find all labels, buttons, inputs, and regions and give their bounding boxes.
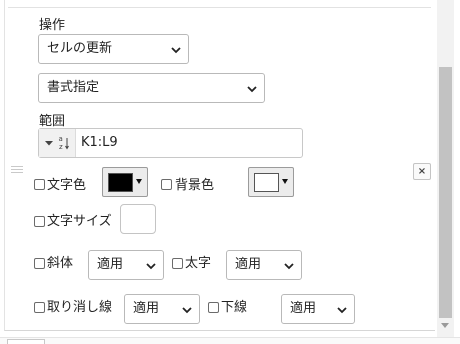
font-size-input[interactable] bbox=[120, 204, 156, 234]
strikethrough-select[interactable]: 適用 bbox=[124, 294, 200, 324]
bg-color-swatch bbox=[254, 173, 279, 192]
chevron-down-icon bbox=[182, 307, 192, 314]
bold-label: 太字 bbox=[185, 256, 212, 271]
chevron-down-icon bbox=[337, 307, 347, 314]
range-label: 範囲 bbox=[39, 114, 66, 129]
italic-select[interactable]: 適用 bbox=[88, 250, 164, 280]
caret-down-icon bbox=[136, 179, 142, 184]
bg-color-picker[interactable] bbox=[248, 167, 294, 197]
remove-button[interactable]: × bbox=[413, 163, 431, 180]
bg-color-checkbox[interactable] bbox=[161, 179, 172, 190]
scrollbar-thumb[interactable] bbox=[439, 67, 452, 318]
underline-checkbox[interactable] bbox=[208, 302, 219, 313]
font-size-checkbox[interactable] bbox=[34, 216, 45, 227]
drag-handle-icon[interactable] bbox=[11, 166, 23, 175]
vertical-scrollbar[interactable] bbox=[437, 0, 454, 337]
italic-label: 斜体 bbox=[47, 256, 74, 271]
a-z-sort-icon: a z bbox=[45, 135, 69, 151]
svg-text:z: z bbox=[59, 143, 63, 151]
mode-select-value: 書式指定 bbox=[47, 80, 100, 95]
range-sort-button[interactable]: a z bbox=[39, 129, 76, 157]
chevron-down-icon bbox=[284, 263, 294, 270]
bold-select-value: 適用 bbox=[235, 257, 262, 272]
underline-label: 下線 bbox=[221, 300, 248, 315]
italic-checkbox[interactable] bbox=[34, 258, 45, 269]
bottom-tab[interactable] bbox=[7, 339, 45, 344]
font-color-swatch bbox=[108, 173, 133, 192]
mode-select[interactable]: 書式指定 bbox=[38, 73, 265, 103]
divider bbox=[8, 7, 431, 8]
bold-checkbox[interactable] bbox=[172, 258, 183, 269]
range-value: K1:L9 bbox=[81, 135, 118, 150]
range-input[interactable]: a z K1:L9 bbox=[38, 128, 303, 158]
strikethrough-select-value: 適用 bbox=[133, 301, 160, 316]
chevron-down-icon bbox=[171, 47, 181, 54]
font-color-label: 文字色 bbox=[47, 178, 87, 193]
action-select[interactable]: セルの更新 bbox=[38, 34, 189, 64]
svg-text:a: a bbox=[59, 135, 63, 143]
chevron-down-icon bbox=[146, 263, 156, 270]
scroll-down-arrow-icon[interactable] bbox=[441, 323, 449, 328]
bg-color-label: 背景色 bbox=[175, 178, 215, 193]
underline-select-value: 適用 bbox=[290, 301, 317, 316]
chevron-down-icon bbox=[247, 86, 257, 93]
strikethrough-checkbox[interactable] bbox=[34, 302, 45, 313]
caret-down-icon bbox=[282, 179, 288, 184]
font-size-label: 文字サイズ bbox=[47, 214, 112, 229]
italic-select-value: 適用 bbox=[97, 257, 124, 272]
underline-select[interactable]: 適用 bbox=[281, 294, 355, 324]
font-color-checkbox[interactable] bbox=[34, 179, 45, 190]
action-select-value: セルの更新 bbox=[47, 41, 113, 56]
strikethrough-label: 取り消し線 bbox=[47, 300, 113, 315]
font-color-picker[interactable] bbox=[102, 167, 148, 197]
operation-label: 操作 bbox=[39, 18, 66, 33]
bold-select[interactable]: 適用 bbox=[226, 250, 302, 280]
